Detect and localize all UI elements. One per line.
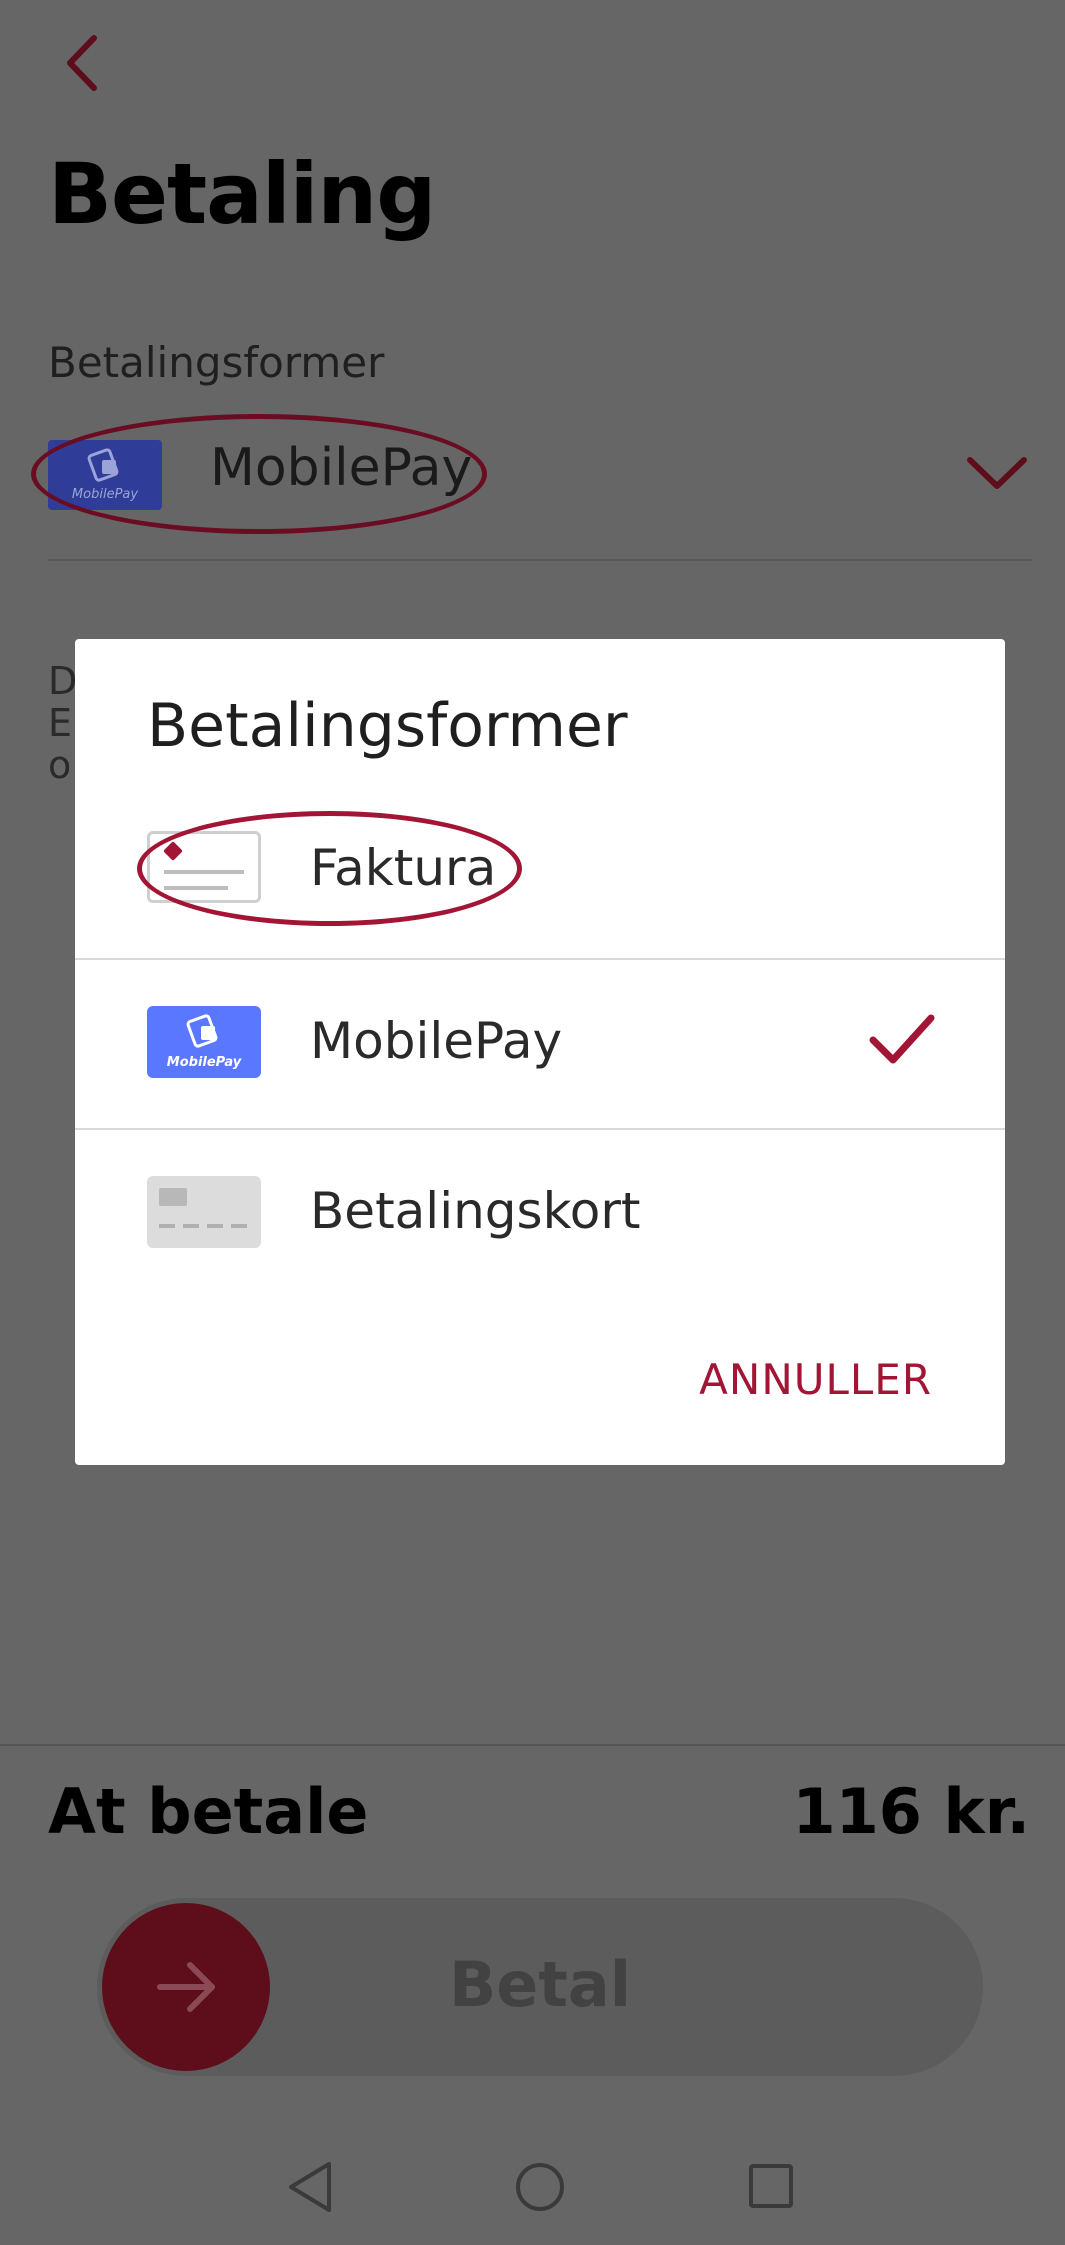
option-mobilepay[interactable]: MobilePay MobilePay [75,960,1005,1130]
pay-button-label: Betal [448,1948,632,2021]
divider [0,1744,1065,1746]
nav-back-icon[interactable] [285,2160,335,2214]
mobilepay-logo-icon: MobilePay [147,1006,261,1078]
back-icon[interactable] [48,28,118,98]
page-title: Betaling [48,145,436,243]
checkmark-icon [869,1014,935,1064]
option-betalingskort[interactable]: Betalingskort [75,1130,1005,1300]
mobilepay-logo-text: MobilePay [166,1055,242,1070]
payment-methods-label: Betalingsformer [48,338,385,387]
nav-home-icon[interactable] [514,2161,566,2213]
total-amount: 116 kr. [792,1775,1030,1848]
nav-recents-icon[interactable] [748,2163,794,2209]
dialog-title: Betalingsformer [147,691,628,761]
highlight-oval [137,811,522,926]
payment-card-icon [147,1176,261,1248]
arrow-right-icon [157,1962,215,2012]
chevron-down-icon[interactable] [962,448,1032,498]
option-label: Betalingskort [310,1182,641,1240]
total-label: At betale [48,1775,369,1848]
payment-method-dialog: Betalingsformer Faktura MobilePay Mobile… [75,639,1005,1465]
pay-slider-handle[interactable] [102,1903,270,2071]
option-label: MobilePay [310,1012,563,1070]
cancel-button[interactable]: ANNULLER [699,1355,932,1404]
divider [48,559,1032,561]
highlight-oval [31,414,487,534]
